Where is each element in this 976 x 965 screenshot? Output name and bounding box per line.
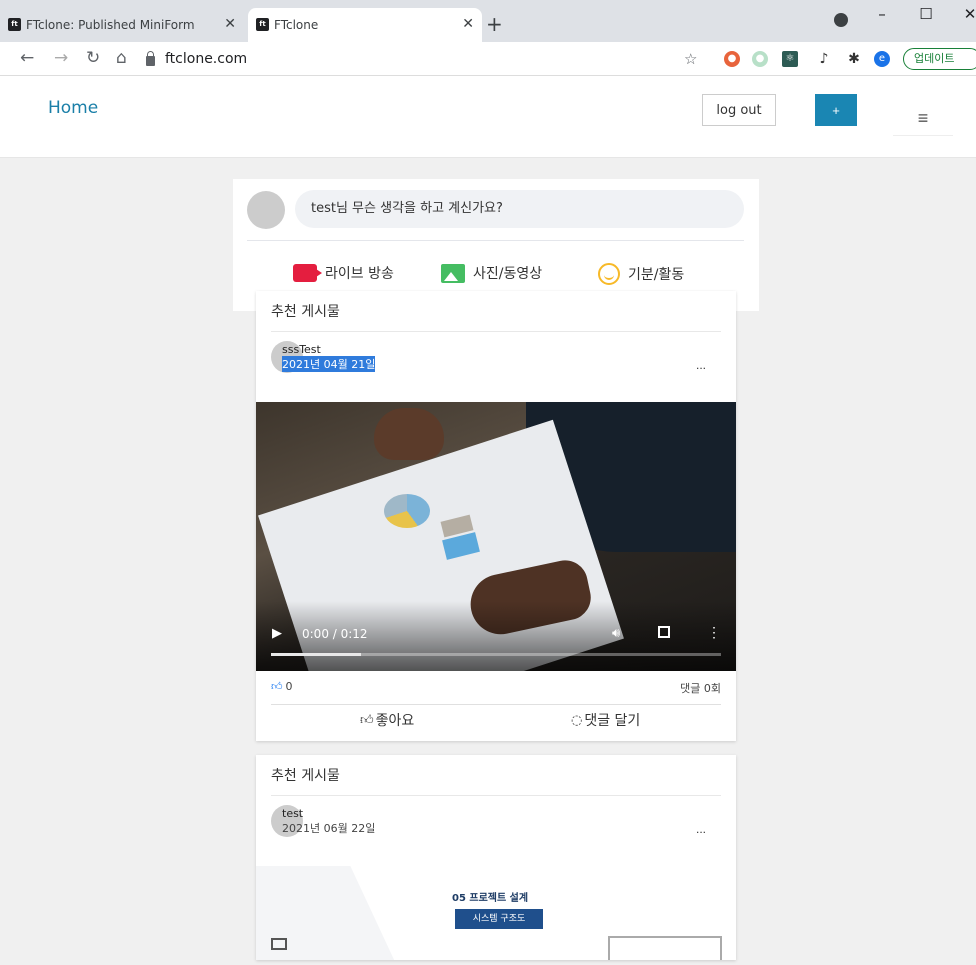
url-field[interactable]: ftclone.com <box>146 47 706 71</box>
video-controls: ▶ 0:00 / 0:12 🔊︎ ⋮ <box>256 613 736 671</box>
more-options-button[interactable]: ... <box>690 820 712 838</box>
extension-icon[interactable]: ♪ <box>816 51 832 67</box>
live-stream-button[interactable]: 라이브 방송 <box>293 263 394 283</box>
like-button[interactable]: 👍︎ 좋아요 <box>354 709 420 731</box>
post-date: 2021년 06월 22일 <box>282 822 376 835</box>
post-card: 추천 게시물 sssTest 2021년 04월 21일 ... ▶ 0:00 … <box>256 291 736 741</box>
photo-icon <box>441 263 465 283</box>
divider <box>271 704 721 705</box>
video-frame-detail <box>384 494 430 528</box>
feeling-activity-button[interactable]: 기분/활동 <box>598 263 684 285</box>
slide-shape <box>608 936 722 960</box>
url-text: ftclone.com <box>165 51 248 67</box>
puzzle-icon[interactable]: ✱ <box>846 51 862 67</box>
video-camera-icon <box>293 264 322 282</box>
maximize-icon[interactable]: ☐ <box>904 0 948 30</box>
window-close-icon[interactable]: ✕ <box>948 0 976 30</box>
video-menu-icon[interactable]: ⋮ <box>707 625 721 639</box>
play-icon[interactable]: ▶ <box>272 625 282 641</box>
divider <box>247 240 744 241</box>
home-link[interactable]: Home <box>48 98 98 118</box>
section-title: 추천 게시물 <box>271 304 340 320</box>
update-button[interactable]: 업데이트 <box>903 48 976 70</box>
video-progress-fill <box>271 653 361 656</box>
browser-address-bar: ← → ↻ ⌂ ftclone.com ☆ ● ● ⚛ ♪ ✱ e 업데이트 <box>0 42 976 76</box>
browser-tab-miniform[interactable]: ft FTclone: Published MiniForm ✕ <box>0 8 244 42</box>
composer-input[interactable]: test님 무슨 생각을 하고 계신가요? <box>295 190 744 228</box>
post-date: 2021년 04월 21일 <box>282 356 376 372</box>
extension-icon[interactable]: ⚛ <box>782 51 798 67</box>
tab-title: FTclone: Published MiniForm <box>26 18 195 32</box>
photo-video-button[interactable]: 사진/동영상 <box>441 263 542 283</box>
video-frame-detail <box>374 408 444 460</box>
hamburger-menu-icon[interactable]: ≡ <box>893 102 953 136</box>
thumbs-up-icon: 👍︎ <box>271 680 283 693</box>
profile-avatar-icon[interactable]: e <box>874 51 890 67</box>
comment-count[interactable]: 댓글 0회 <box>680 680 721 696</box>
add-post-button[interactable]: + <box>815 94 857 126</box>
post-author[interactable]: test <box>282 807 303 820</box>
extension-icon[interactable]: ● <box>724 51 740 67</box>
slide-title: 05 프로젝트 설계 <box>452 893 529 904</box>
video-player[interactable]: ▶ 0:00 / 0:12 🔊︎ ⋮ <box>256 402 736 671</box>
more-options-button[interactable]: ... <box>690 356 712 374</box>
comment-bubble-icon: ◌ <box>571 712 583 728</box>
video-time: 0:00 / 0:12 <box>302 627 368 641</box>
minimize-icon[interactable]: – <box>860 0 904 30</box>
tab-close-icon[interactable]: ✕ <box>462 16 474 32</box>
post-author[interactable]: sssTest <box>282 343 321 356</box>
post-image[interactable]: 05 프로젝트 설계 시스템 구조도 <box>256 866 736 960</box>
video-progress-bar[interactable] <box>271 653 721 656</box>
tab-favicon-icon: ft <box>8 18 21 31</box>
volume-icon[interactable]: 🔊︎ <box>612 625 620 641</box>
new-tab-icon[interactable]: + <box>486 12 503 36</box>
like-count: 👍︎ 0 <box>271 680 293 693</box>
divider <box>271 331 721 332</box>
divider <box>271 795 721 796</box>
action-label: 사진/동영상 <box>473 266 543 282</box>
browser-tab-ftclone[interactable]: ft FTclone ✕ <box>248 8 482 42</box>
like-button-label: 좋아요 <box>375 713 415 729</box>
browser-tab-bar: ft FTclone: Published MiniForm ✕ ft FTcl… <box>0 0 976 42</box>
slide-tag: 시스템 구조도 <box>455 909 543 929</box>
forward-icon[interactable]: → <box>54 48 68 68</box>
fullscreen-icon[interactable] <box>658 626 670 638</box>
comment-button[interactable]: ◌ 댓글 달기 <box>565 709 646 731</box>
tab-title: FTclone <box>274 18 319 32</box>
monitor-icon <box>271 938 287 950</box>
extension-icon[interactable]: ● <box>752 51 768 67</box>
bookmark-star-icon[interactable]: ☆ <box>684 50 697 68</box>
action-label: 라이브 방송 <box>325 266 394 282</box>
action-label: 기분/활동 <box>628 267 685 283</box>
app-header: Home log out + ≡ <box>0 76 976 158</box>
reload-icon[interactable]: ↻ <box>86 48 100 68</box>
home-icon[interactable]: ⌂ <box>116 48 127 68</box>
thumbs-up-icon: 👍︎ <box>360 712 374 728</box>
like-count-value: 0 <box>285 680 293 693</box>
tab-favicon-icon: ft <box>256 18 269 31</box>
comment-button-label: 댓글 달기 <box>584 713 641 729</box>
section-title: 추천 게시물 <box>271 768 340 784</box>
chrome-profile-icon[interactable] <box>834 13 848 27</box>
logout-button[interactable]: log out <box>702 94 776 126</box>
post-stats: 👍︎ 0 댓글 0회 <box>271 680 721 696</box>
avatar <box>247 191 285 229</box>
back-icon[interactable]: ← <box>20 48 34 68</box>
smiley-icon <box>598 263 620 285</box>
lock-icon <box>146 50 155 66</box>
post-card: 추천 게시물 test 2021년 06월 22일 ... 05 프로젝트 설계… <box>256 755 736 960</box>
tab-close-icon[interactable]: ✕ <box>224 16 236 32</box>
